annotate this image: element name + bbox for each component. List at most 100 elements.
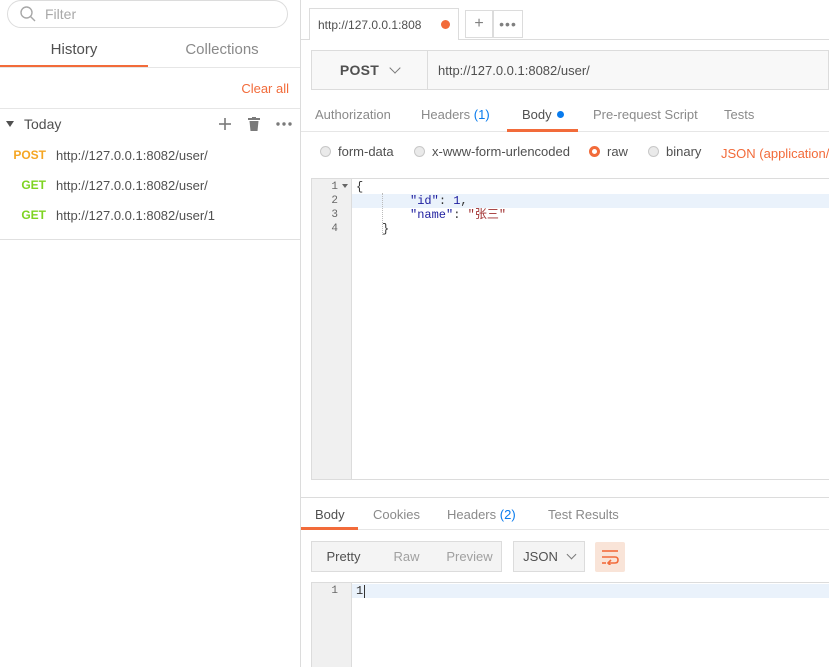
fold-arrow-icon[interactable] (342, 184, 348, 188)
history-url: http://127.0.0.1:8082/user/ (56, 177, 208, 193)
tab-collections[interactable]: Collections (148, 36, 296, 68)
trash-icon[interactable] (248, 117, 260, 131)
tab-headers-label: Headers (421, 107, 471, 122)
code-line: { (356, 180, 364, 194)
active-line-highlight (312, 194, 829, 208)
group-actions (218, 117, 292, 131)
more-icon[interactable] (276, 122, 292, 126)
body-type-options: form-data x-www-form-urlencoded raw bina… (301, 140, 829, 164)
text-cursor (364, 585, 365, 598)
request-tab-bar: http://127.0.0.1:808 + ••• (301, 0, 829, 40)
history-item[interactable]: POST http://127.0.0.1:8082/user/ (0, 140, 300, 170)
view-mode-toggle: Pretty Raw Preview (311, 541, 502, 572)
tab-tests[interactable]: Tests (724, 107, 754, 122)
history-url: http://127.0.0.1:8082/user/ (56, 147, 208, 163)
radio-label: form-data (338, 144, 394, 159)
add-icon[interactable] (218, 117, 232, 131)
url-bar: POST http://127.0.0.1:8082/user/ (311, 50, 829, 90)
view-raw-button[interactable]: Raw (375, 542, 438, 571)
tab-body-label: Body (522, 107, 552, 122)
divider (0, 108, 300, 109)
url-input[interactable]: http://127.0.0.1:8082/user/ (438, 63, 590, 78)
view-pretty-button[interactable]: Pretty (312, 542, 375, 571)
format-select[interactable]: JSON (513, 541, 585, 572)
active-tab-underline (301, 527, 358, 530)
request-tab[interactable]: http://127.0.0.1:808 (309, 8, 459, 40)
group-title: Today (24, 116, 62, 132)
method-badge: POST (13, 148, 46, 162)
line-number: 4 (331, 223, 338, 235)
json-key: "id" (410, 194, 439, 208)
json-value: "张三" (467, 208, 507, 222)
tab-response-headers-label: Headers (447, 507, 497, 522)
tab-cookies[interactable]: Cookies (373, 507, 420, 522)
active-line-highlight (312, 584, 829, 598)
method-select[interactable]: POST (312, 51, 428, 89)
sidebar: History Collections Clear all Today POST… (0, 0, 301, 667)
line-number: 3 (331, 209, 338, 221)
history-group-today[interactable]: Today (0, 113, 300, 135)
radio-icon (648, 146, 659, 157)
body-indicator-dot-icon (556, 111, 564, 119)
response-toolbar: Pretty Raw Preview JSON (311, 541, 829, 573)
response-body-viewer[interactable]: 1 1 (311, 582, 829, 667)
method-badge: GET (21, 208, 46, 222)
format-label: JSON (523, 549, 558, 564)
radio-binary[interactable]: binary (648, 144, 701, 159)
tab-more-button[interactable]: ••• (493, 10, 523, 38)
filter-input[interactable] (43, 5, 267, 23)
radio-urlencoded[interactable]: x-www-form-urlencoded (414, 144, 570, 159)
radio-selected-icon (589, 146, 600, 157)
request-tabs: Authorization Headers (1) Body Pre-reque… (301, 100, 829, 132)
tab-headers[interactable]: Headers (1) (421, 107, 490, 122)
line-gutter: 1 2 3 4 (312, 179, 352, 479)
wrap-lines-icon (602, 550, 619, 565)
content-type-select[interactable]: JSON (application/js (721, 146, 829, 161)
radio-raw[interactable]: raw (589, 144, 628, 159)
code-line: 1 (356, 584, 364, 598)
tab-body[interactable]: Body (522, 107, 564, 122)
history-item[interactable]: GET http://127.0.0.1:8082/user/ (0, 170, 300, 200)
request-tab-title: http://127.0.0.1:808 (318, 17, 422, 32)
line-number: 2 (331, 195, 338, 207)
history-item[interactable]: GET http://127.0.0.1:8082/user/1 (0, 200, 300, 230)
json-key: "name" (410, 208, 454, 222)
new-tab-button[interactable]: + (465, 10, 493, 38)
tab-prerequest-script[interactable]: Pre-request Script (593, 107, 698, 122)
divider (0, 239, 300, 240)
json-value: 1 (453, 194, 461, 208)
headers-count: (1) (473, 107, 490, 122)
radio-label: x-www-form-urlencoded (432, 144, 570, 159)
tab-history[interactable]: History (0, 36, 148, 68)
tab-response-body[interactable]: Body (315, 507, 345, 522)
tab-response-headers[interactable]: Headers (2) (447, 507, 516, 522)
divider (0, 67, 300, 68)
line-number: 1 (331, 181, 338, 193)
caret-down-icon[interactable] (6, 121, 14, 127)
request-body-editor[interactable]: 1 2 3 4 { "id": 1, "name": "张三" } (311, 178, 829, 480)
chevron-down-icon (566, 549, 577, 560)
unsaved-dot-icon (441, 20, 450, 29)
line-number: 1 (331, 585, 338, 597)
active-tab-underline (507, 129, 578, 132)
search-icon (20, 6, 36, 22)
tab-authorization[interactable]: Authorization (315, 107, 391, 122)
line-gutter: 1 (312, 583, 352, 667)
radio-form-data[interactable]: form-data (320, 144, 394, 159)
chevron-down-icon (389, 62, 401, 74)
code-line: } (382, 222, 390, 236)
method-label: POST (339, 62, 380, 78)
wrap-lines-button[interactable] (595, 542, 625, 572)
code-line: "id": 1, (410, 194, 468, 208)
clear-all-button[interactable]: Clear all (241, 81, 289, 96)
main-panel: http://127.0.0.1:808 + ••• POST http://1… (301, 0, 829, 667)
radio-label: binary (666, 144, 702, 159)
view-preview-button[interactable]: Preview (438, 542, 501, 571)
filter-box[interactable] (7, 0, 288, 28)
response-headers-count: (2) (499, 507, 516, 522)
sidebar-tabs: History Collections (0, 36, 300, 68)
radio-icon (414, 146, 425, 157)
radio-icon (320, 146, 331, 157)
method-badge: GET (21, 178, 46, 192)
tab-test-results[interactable]: Test Results (548, 507, 619, 522)
